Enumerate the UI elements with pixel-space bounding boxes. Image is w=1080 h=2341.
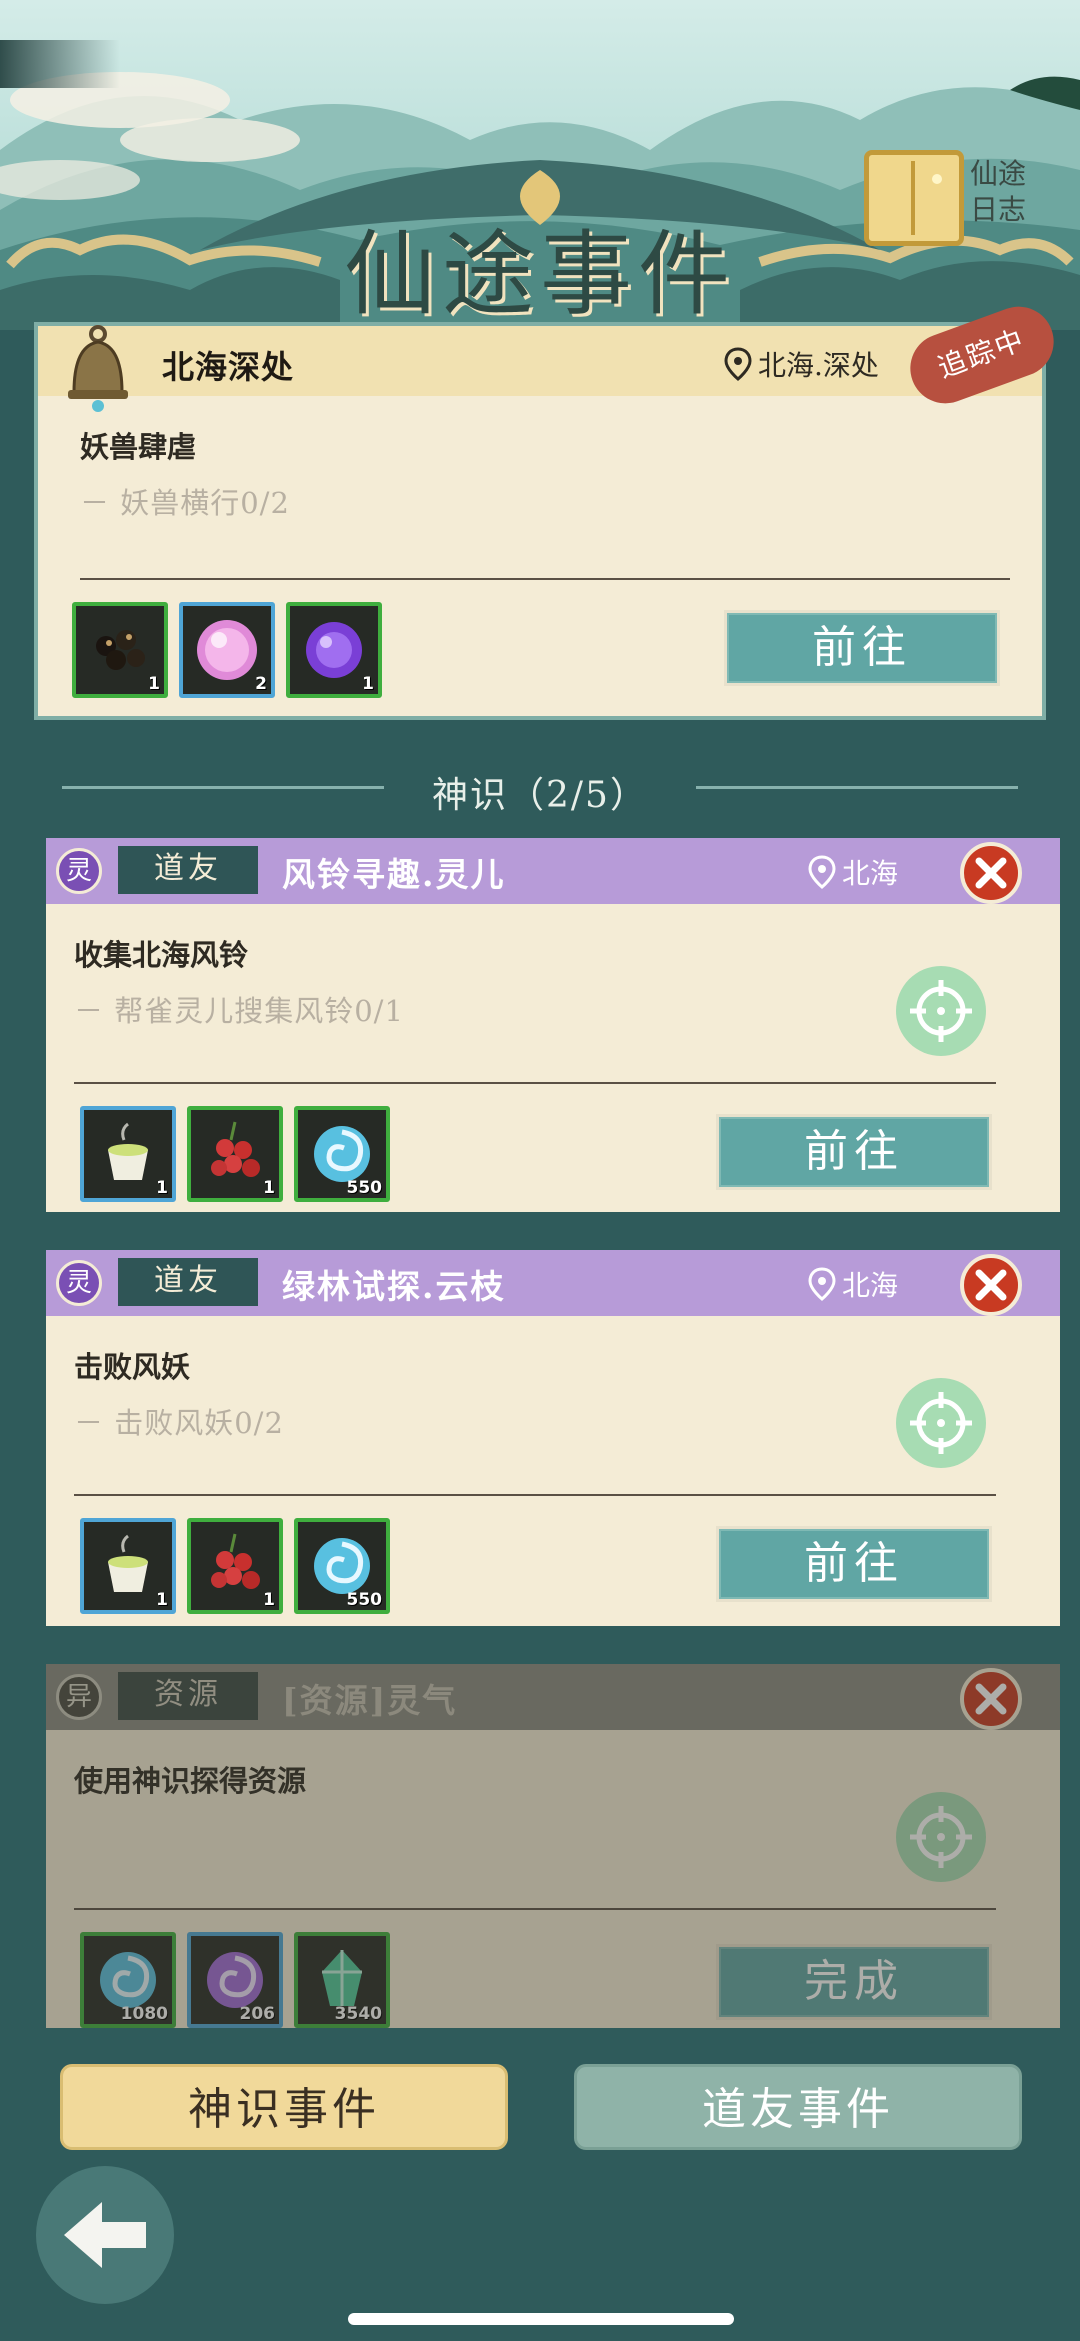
location-pin-icon: [808, 1267, 836, 1301]
page-title: 仙途事件: [343, 221, 736, 328]
reward-qty: 1: [362, 674, 374, 694]
task-name: 绿林试探.云枝: [282, 1267, 506, 1306]
reward-qty: 1: [156, 1590, 168, 1610]
tea-cup-icon[interactable]: 1: [80, 1518, 176, 1614]
task-location[interactable]: 北海: [808, 1264, 898, 1304]
location-pin-icon: [724, 347, 752, 381]
purple-orb-icon[interactable]: 1: [286, 602, 382, 698]
journal-label[interactable]: 仙途 日志: [968, 156, 1028, 228]
arrow-left-icon: [64, 2202, 146, 2268]
task-location[interactable]: 北海: [808, 852, 898, 892]
reward-qty: 2: [255, 674, 267, 694]
main-quest-objective: 妖兽肆虐: [80, 430, 197, 464]
close-icon[interactable]: [960, 842, 1022, 904]
task-card: 灵 道友 绿林试探.云枝 北海 击败风妖 － 击败风妖0/2 1 1 550 前…: [46, 1250, 1060, 1626]
journal-label-line1: 仙途: [969, 157, 1026, 190]
home-indicator: [348, 2313, 734, 2325]
divider: [74, 1082, 996, 1084]
spirit-badge: 灵: [56, 848, 102, 894]
red-berries-icon[interactable]: 1: [187, 1106, 283, 1202]
location-text: 北海.深处: [758, 349, 879, 382]
back-button[interactable]: [36, 2166, 174, 2304]
reward-qty: 550: [346, 1590, 383, 1610]
go-button[interactable]: 前往: [716, 1526, 992, 1602]
task-progress: － 帮雀灵儿搜集风铃0/1: [74, 994, 404, 1028]
black-beans-icon[interactable]: 1: [72, 602, 168, 698]
red-berries-icon[interactable]: 1: [187, 1518, 283, 1614]
go-button[interactable]: 前往: [724, 610, 1000, 686]
task-name: 风铃寻趣.灵儿: [282, 855, 506, 894]
crosshair-icon[interactable]: [896, 1378, 986, 1468]
task-progress: － 击败风妖0/2: [74, 1406, 284, 1440]
location-pin-icon: [808, 855, 836, 889]
journal-book-icon[interactable]: [864, 150, 964, 246]
main-quest-progress: － 妖兽横行0/2: [80, 486, 290, 520]
bell-icon: [62, 322, 134, 418]
location-text: 北海: [842, 857, 899, 890]
tab-companion-events[interactable]: 道友事件: [574, 2064, 1022, 2150]
reward-qty: 1: [156, 1178, 168, 1198]
close-icon[interactable]: [960, 1254, 1022, 1316]
main-quest-card: 北海深处 北海.深处 追踪中 妖兽肆虐 － 妖兽横行0/2 1 2 1 前往: [34, 296, 1064, 720]
divider: [74, 1494, 996, 1496]
task-objective: 收集北海风铃: [74, 938, 249, 972]
pink-orb-icon[interactable]: 2: [179, 602, 275, 698]
main-quest-title: 北海深处: [162, 348, 295, 386]
task-type-tag: 道友: [118, 1258, 258, 1306]
main-quest-location[interactable]: 北海.深处: [724, 344, 879, 384]
task-card-disabled: 异 资源 [资源]灵气 使用神识探得资源 1080 206 3540 完成: [46, 1664, 1060, 2028]
reward-qty: 550: [346, 1178, 383, 1198]
task-type-tag: 道友: [118, 846, 258, 894]
task-objective: 击败风妖: [74, 1350, 191, 1384]
blue-swirl-icon[interactable]: 550: [294, 1106, 390, 1202]
status-indicator: [0, 40, 120, 88]
blue-swirl-icon[interactable]: 550: [294, 1518, 390, 1614]
reward-qty: 1: [148, 674, 160, 694]
reward-qty: 1: [263, 1178, 275, 1198]
reward-qty: 1: [263, 1590, 275, 1610]
task-card: 灵 道友 风铃寻趣.灵儿 北海 收集北海风铃 － 帮雀灵儿搜集风铃0/1 1 1…: [46, 838, 1060, 1212]
tea-cup-icon[interactable]: 1: [80, 1106, 176, 1202]
crosshair-icon[interactable]: [896, 966, 986, 1056]
section-title: 神识（2/5）: [432, 775, 648, 816]
tab-spirit-events[interactable]: 神识事件: [60, 2064, 508, 2150]
journal-label-line2: 日志: [969, 193, 1026, 226]
location-text: 北海: [842, 1269, 899, 1302]
go-button[interactable]: 前往: [716, 1114, 992, 1190]
disabled-overlay: [46, 1664, 1060, 2028]
divider: [80, 578, 1010, 580]
spirit-badge: 灵: [56, 1260, 102, 1306]
